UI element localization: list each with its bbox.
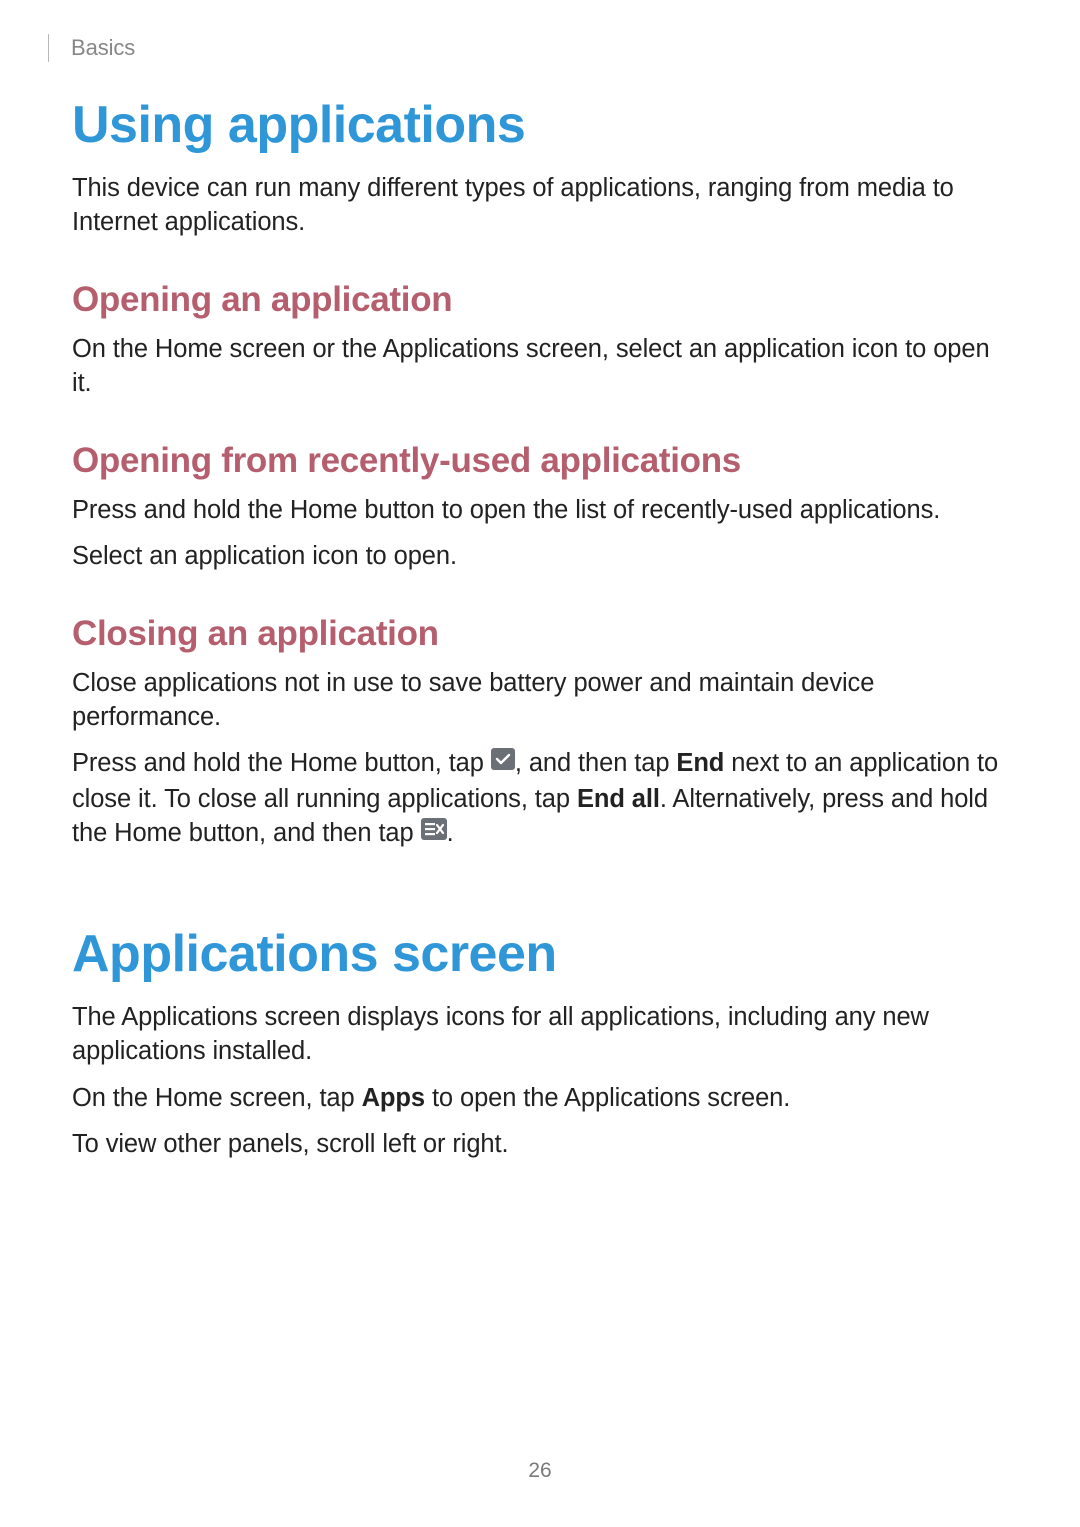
paragraph-closing-instructions: Press and hold the Home button, tap , an… xyxy=(72,746,1012,851)
text: On the Home screen, tap xyxy=(72,1084,362,1112)
paragraph-apps-instruction: On the Home screen, tap Apps to open the… xyxy=(72,1081,1012,1115)
page-content: Using applications This device can run m… xyxy=(72,95,1012,1173)
text: . xyxy=(447,819,454,847)
paragraph: This device can run many different types… xyxy=(72,171,1012,240)
text: Press and hold the Home button, tap xyxy=(72,749,491,777)
page-number: 26 xyxy=(0,1459,1080,1483)
heading-applications-screen: Applications screen xyxy=(72,924,1012,984)
close-all-icon xyxy=(421,815,447,849)
section-applications-screen: Applications screen The Applications scr… xyxy=(72,924,1012,1162)
bold-text: End xyxy=(676,749,724,777)
paragraph: To view other panels, scroll left or rig… xyxy=(72,1127,1012,1161)
paragraph: On the Home screen or the Applications s… xyxy=(72,332,1012,401)
paragraph: Press and hold the Home button to open t… xyxy=(72,493,1012,527)
heading-opening-an-application: Opening an application xyxy=(72,280,1012,320)
paragraph: The Applications screen displays icons f… xyxy=(72,1000,1012,1069)
bold-text: End all xyxy=(577,785,660,813)
header-divider xyxy=(48,34,49,62)
heading-using-applications: Using applications xyxy=(72,95,1012,155)
header-section-label: Basics xyxy=(71,35,135,61)
paragraph: Close applications not in use to save ba… xyxy=(72,666,1012,735)
heading-opening-from-recently-used: Opening from recently-used applications xyxy=(72,441,1012,481)
text: , and then tap xyxy=(515,749,677,777)
paragraph: Select an application icon to open. xyxy=(72,539,1012,573)
bold-text: Apps xyxy=(362,1084,425,1112)
text: to open the Applications screen. xyxy=(425,1084,790,1112)
task-manager-icon xyxy=(491,745,515,779)
page-header: Basics xyxy=(48,34,135,62)
heading-closing-an-application: Closing an application xyxy=(72,614,1012,654)
